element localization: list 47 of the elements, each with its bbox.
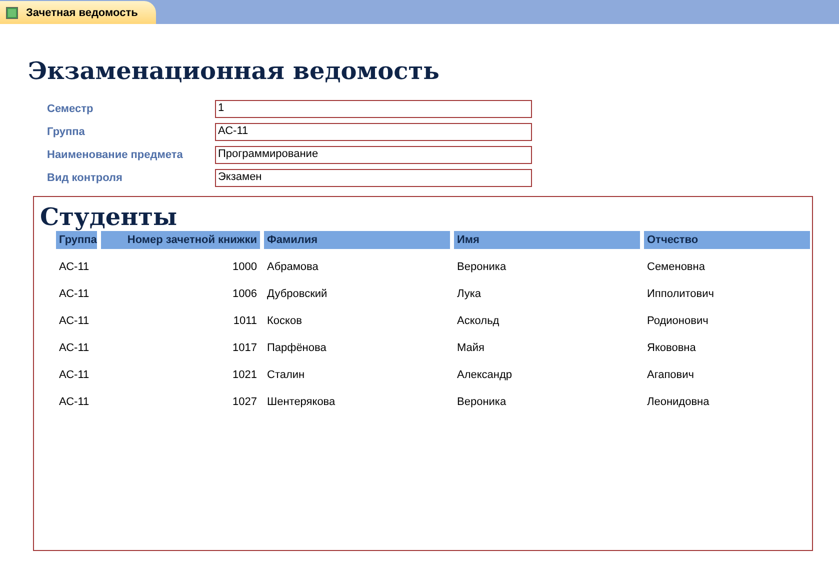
table-cell: Родионович <box>647 315 708 327</box>
table-cell: Агапович <box>647 369 694 381</box>
field-label: Семестр <box>47 103 94 115</box>
field-label: Группа <box>47 126 86 138</box>
table-cell: Абрамова <box>267 261 318 273</box>
document-tab[interactable]: Зачетная ведомость <box>0 1 156 24</box>
table-cell: Вероника <box>457 261 506 273</box>
table-cell: Якововна <box>647 342 696 354</box>
form-icon <box>6 6 18 18</box>
table-cell: Парфёнова <box>267 342 326 354</box>
text-field[interactable]: 1 <box>215 100 532 118</box>
field-label: Вид контроля <box>47 172 124 184</box>
table-cell: Леонидовна <box>647 396 710 408</box>
table-cell: Вероника <box>457 396 506 408</box>
text-field[interactable]: Экзамен <box>215 169 532 187</box>
table-cell: Косков <box>267 315 302 327</box>
table-cell: АС-11 <box>59 288 90 300</box>
table-cell: Семеновна <box>647 261 705 273</box>
table-cell: Майя <box>457 342 485 354</box>
text-field[interactable]: Программирование <box>215 146 532 164</box>
table-cell: Александр <box>457 369 512 381</box>
column-header: Номер зачетной книжки <box>101 231 260 249</box>
table-cell: Лука <box>457 288 482 300</box>
table-cell: 1027 <box>232 396 257 408</box>
table-cell: АС-11 <box>59 342 90 354</box>
table-cell: Ипполитович <box>647 288 714 300</box>
table-cell: Дубровский <box>267 288 328 300</box>
table-cell: 1006 <box>232 288 257 300</box>
table-cell: Аскольд <box>457 315 500 327</box>
table-cell: 1000 <box>232 261 257 273</box>
table-cell: АС-11 <box>59 315 90 327</box>
column-header: Имя <box>454 231 640 249</box>
table-cell: АС-11 <box>59 369 90 381</box>
table-cell: 1011 <box>233 315 257 327</box>
table-cell: Шентерякова <box>267 396 336 408</box>
table-cell: Сталин <box>267 369 305 381</box>
column-header: Отчество <box>644 231 810 249</box>
column-header: Группа <box>56 231 97 249</box>
table-cell: 1021 <box>232 369 257 381</box>
form-title: Экзаменационная ведомость <box>28 56 440 86</box>
table-cell: 1017 <box>232 342 257 354</box>
field-label: Наименование предмета <box>47 149 184 161</box>
subform-title: Студенты <box>40 203 178 231</box>
table-cell: АС-11 <box>59 396 90 408</box>
table-cell: АС-11 <box>59 261 90 273</box>
column-header: Фамилия <box>264 231 450 249</box>
text-field[interactable]: АС-11 <box>215 123 532 141</box>
